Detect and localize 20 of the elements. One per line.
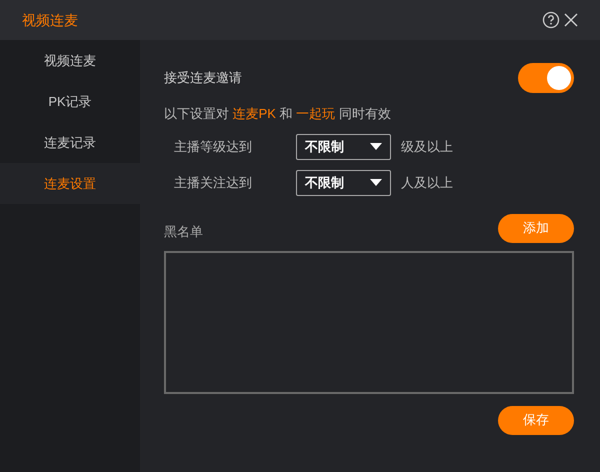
rule-label: 主播关注达到 — [174, 174, 253, 192]
dropdown[interactable]: 不限制 — [296, 170, 391, 196]
window-title: 视频连麦 — [22, 10, 78, 30]
unit-label: 人及以上 — [401, 174, 453, 192]
setting-label: 接受连麦邀请 — [164, 69, 242, 88]
sidebar-item[interactable]: 连麦设置 — [0, 163, 140, 204]
toggle-switch[interactable] — [518, 63, 574, 93]
blacklist-box[interactable] — [164, 250, 574, 394]
sidebar-item[interactable]: 视频连麦 — [0, 40, 140, 81]
unit-label: 级及以上 — [401, 138, 453, 156]
caret-icon — [370, 143, 382, 150]
section-label: 黑名单 — [164, 223, 203, 242]
rule-label: 主播等级达到 — [174, 138, 253, 156]
close-icon[interactable] — [564, 13, 578, 27]
sidebar-item[interactable]: PK记录 — [0, 81, 140, 122]
note-text: 以下设置对 连麦PK 和 一起玩 同时有效 — [164, 105, 392, 123]
sidebar-item[interactable]: 连麦记录 — [0, 122, 140, 163]
dropdown[interactable]: 不限制 — [296, 134, 391, 160]
help-icon[interactable] — [542, 11, 560, 29]
caret-icon — [370, 179, 382, 186]
